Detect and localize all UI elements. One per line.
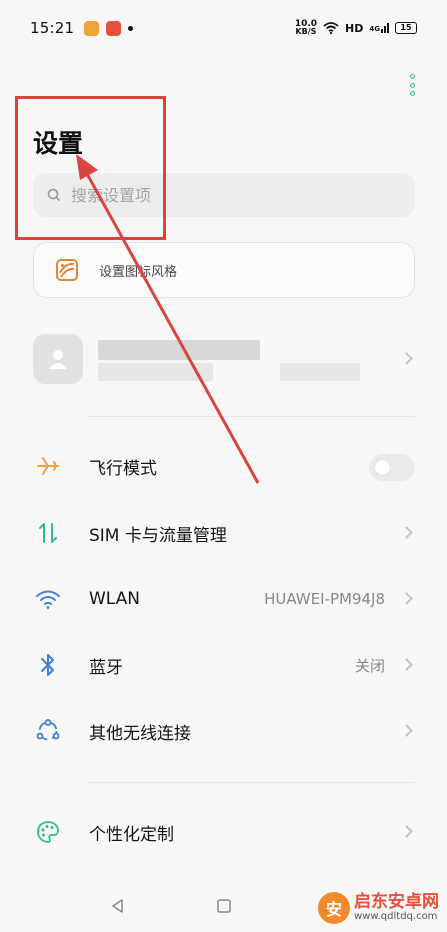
chevron-right-icon xyxy=(400,724,413,737)
app-notification-icon xyxy=(106,20,122,36)
account-name-blurred xyxy=(98,340,260,360)
account-info-blurred xyxy=(280,363,360,381)
battery-icon: 15 xyxy=(395,22,417,34)
setting-personalization[interactable]: 个性化定制 xyxy=(33,807,415,857)
setting-wlan[interactable]: WLAN HUAWEI-PM94J8 xyxy=(33,574,415,624)
user-icon xyxy=(49,350,67,369)
account-info-blurred xyxy=(98,363,213,381)
more-notifications-dot xyxy=(128,25,134,31)
hd-indicator: HD xyxy=(345,21,364,35)
cell-signal-icon: 4G xyxy=(369,23,389,33)
wifi-icon xyxy=(323,22,339,34)
chevron-right-icon xyxy=(400,592,413,605)
status-indicators: 10.0 KB/S HD 4G 15 xyxy=(295,20,417,36)
bluetooth-icon xyxy=(33,650,63,680)
setting-label: 蓝牙 xyxy=(89,657,123,678)
avatar xyxy=(33,334,83,384)
icon-style-icon xyxy=(56,259,78,281)
setting-label: WLAN xyxy=(89,589,141,609)
divider xyxy=(88,416,415,417)
palette-icon xyxy=(33,817,63,847)
chevron-right-icon xyxy=(400,825,413,838)
status-bar: 15:21 10.0 KB/S HD 4G 15 xyxy=(0,0,447,56)
site-watermark: 安 启东安卓网 www.qdltdq.com xyxy=(318,892,439,924)
airplane-icon xyxy=(33,451,63,481)
setting-sim[interactable]: SIM 卡与流量管理 xyxy=(33,508,415,558)
connection-icon xyxy=(33,716,63,746)
cell-type: 4G xyxy=(369,25,380,33)
divider xyxy=(88,782,415,783)
back-icon[interactable] xyxy=(110,898,126,914)
setting-bluetooth[interactable]: 蓝牙 关闭 xyxy=(33,640,415,690)
home-icon[interactable] xyxy=(216,898,232,914)
chevron-right-icon xyxy=(400,526,413,539)
watermark-site-url: www.qdltdq.com xyxy=(354,911,438,922)
setting-airplane-mode[interactable]: 飞行模式 xyxy=(33,441,415,491)
app-notification-icon xyxy=(84,20,100,36)
icon-style-label: 设置图标风格 xyxy=(99,264,178,280)
chevron-right-icon xyxy=(400,658,413,671)
watermark-site-name: 启东安卓网 xyxy=(354,892,439,912)
net-speed-unit: KB/S xyxy=(295,27,317,36)
watermark-logo-icon: 安 xyxy=(318,892,350,924)
setting-label: 飞行模式 xyxy=(89,458,157,479)
net-speed: 10.0 KB/S xyxy=(295,20,317,36)
more-options-icon[interactable] xyxy=(406,74,418,96)
setting-label: 其他无线连接 xyxy=(89,723,191,744)
setting-label: SIM 卡与流量管理 xyxy=(89,525,227,546)
sim-data-icon xyxy=(33,518,63,548)
annotation-highlight-box xyxy=(15,96,166,240)
bluetooth-status: 关闭 xyxy=(354,656,385,675)
wifi-icon xyxy=(33,584,63,614)
setting-other-wireless[interactable]: 其他无线连接 xyxy=(33,706,415,756)
setting-label: 个性化定制 xyxy=(89,824,174,845)
wlan-network-name: HUAWEI-PM94J8 xyxy=(264,590,385,608)
airplane-mode-toggle[interactable] xyxy=(369,454,415,481)
battery-level: 15 xyxy=(400,23,412,32)
status-time: 15:21 xyxy=(30,19,75,37)
icon-style-card[interactable]: 设置图标风格 xyxy=(33,242,415,298)
